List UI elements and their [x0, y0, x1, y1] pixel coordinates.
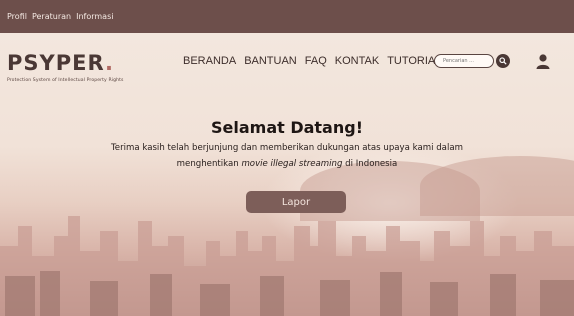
welcome-title: Selamat Datang!: [210, 118, 363, 137]
main-nav: BERANDA BANTUAN FAQ KONTAK TUTORIAL: [183, 55, 449, 67]
search-icon: [499, 57, 507, 65]
tagline: Protection System of Intellectual Proper…: [7, 78, 124, 83]
user-icon[interactable]: [535, 53, 551, 69]
nav-item-beranda[interactable]: BERANDA: [183, 55, 236, 67]
nav-item-faq[interactable]: FAQ: [305, 55, 327, 67]
description-line-1: Terima kasih telah berjunjung dan member…: [111, 143, 463, 153]
description-line-2: menghentikan movie illegal streaming di …: [176, 159, 398, 169]
welcome-description: Terima kasih telah berjunjung dan member…: [80, 140, 494, 172]
search-button[interactable]: [496, 54, 510, 68]
search-input[interactable]: [434, 54, 494, 68]
topbar-link-informasi[interactable]: Informasi: [76, 12, 113, 21]
top-bar: Profil Peraturan Informasi: [0, 0, 574, 33]
topbar-link-peraturan[interactable]: Peraturan: [32, 12, 71, 21]
nav-item-kontak[interactable]: KONTAK: [335, 55, 379, 67]
lapor-button[interactable]: Lapor: [246, 191, 346, 213]
brand[interactable]: PSYPER. Protection System of Intellectua…: [7, 52, 124, 83]
nav-item-bantuan[interactable]: BANTUAN: [244, 55, 297, 67]
topbar-link-profil[interactable]: Profil: [7, 12, 27, 21]
logo: PSYPER.: [7, 51, 115, 75]
